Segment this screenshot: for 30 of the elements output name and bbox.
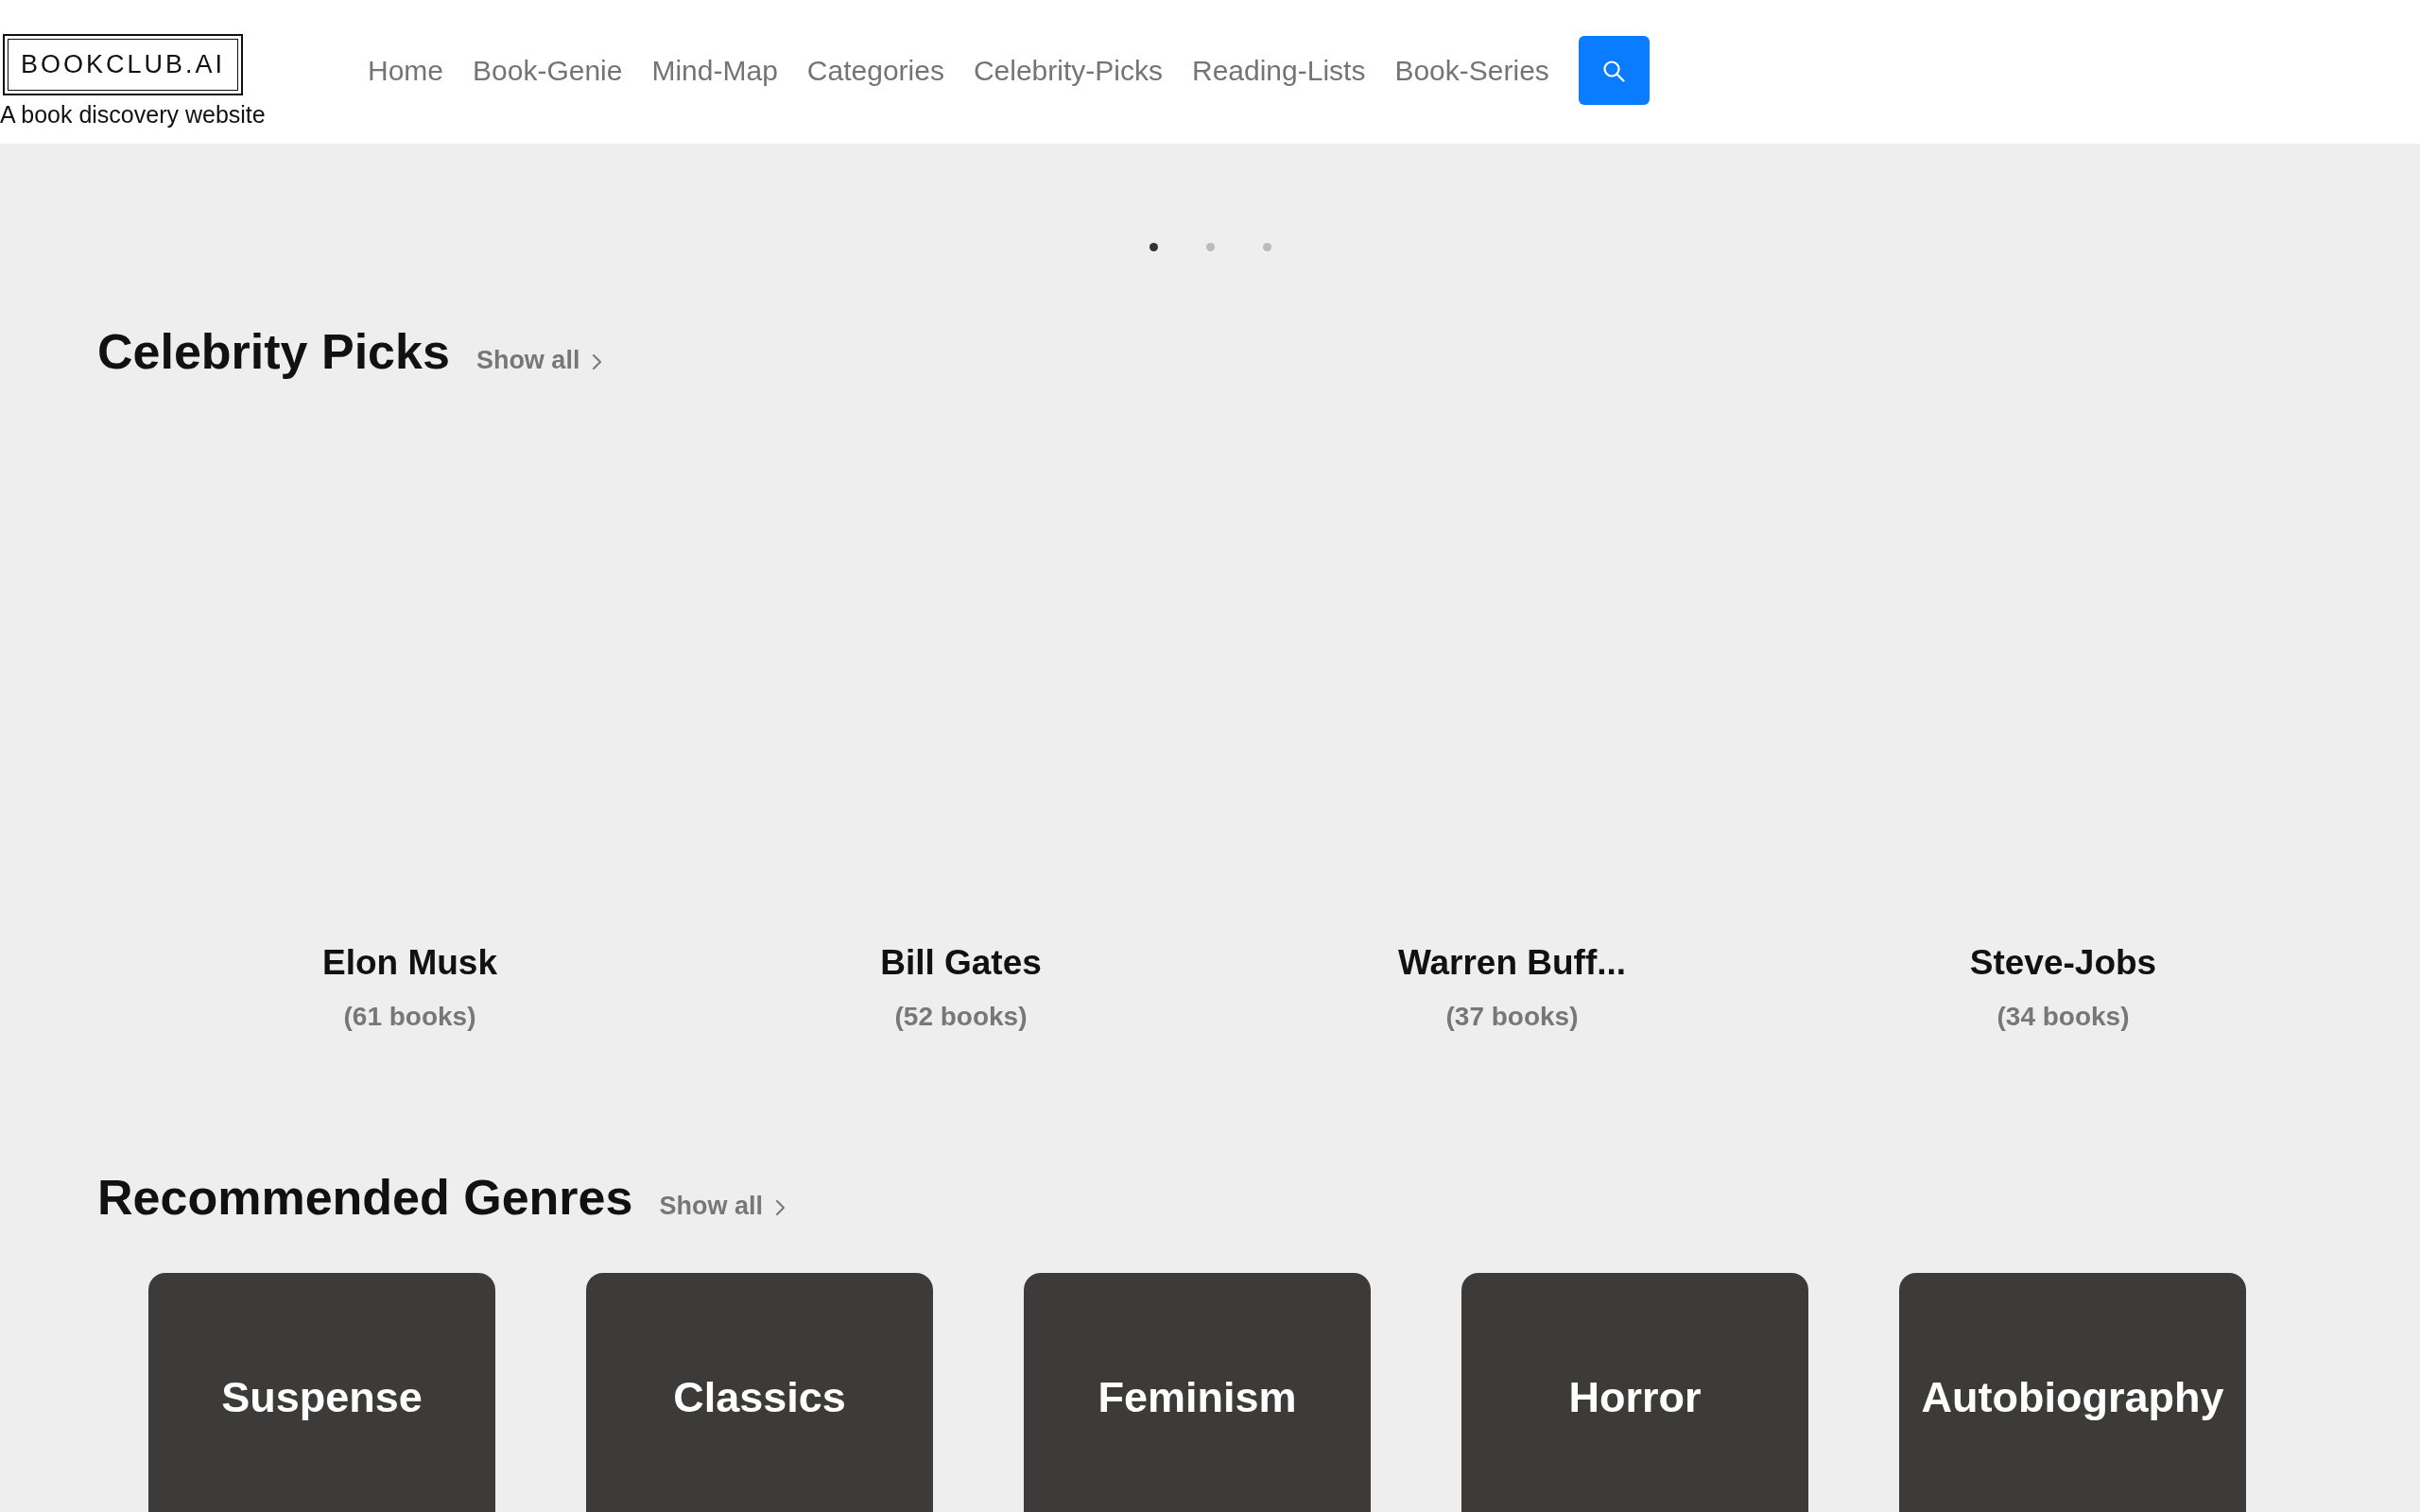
logo[interactable]: BOOKCLUB.AI <box>3 34 244 95</box>
section-title: Celebrity Picks <box>97 323 450 380</box>
book-count: (37 books) <box>1445 1001 1579 1033</box>
show-all-link[interactable]: Show all <box>475 344 602 376</box>
tagline: A book discovery website <box>0 100 266 129</box>
genre-card[interactable]: Feminism <box>1024 1273 1371 1512</box>
section-title: Recommended Genres <box>97 1169 633 1226</box>
chevron-right-icon <box>775 1200 785 1215</box>
celebrity-name[interactable]: Bill Gates <box>880 942 1042 984</box>
genre-card[interactable]: Horror <box>1461 1273 1808 1512</box>
genre-card[interactable]: Classics <box>586 1273 933 1512</box>
nav-link[interactable]: Home <box>368 51 444 90</box>
nav-link[interactable]: Celebrity-Picks <box>973 51 1163 90</box>
celebrity-name[interactable]: Steve-Jobs <box>1969 942 2157 984</box>
genre-card[interactable]: Autobiography <box>1899 1273 2246 1512</box>
genre-card[interactable]: Suspense <box>148 1273 495 1512</box>
book-count: (34 books) <box>1996 1001 2130 1033</box>
book-count: (61 books) <box>343 1001 476 1033</box>
nav-link[interactable]: Categories <box>806 51 944 90</box>
nav-link[interactable]: Book-Series <box>1394 51 1549 90</box>
book-count: (52 books) <box>894 1001 1028 1033</box>
celebrity-name[interactable]: Elon Musk <box>322 942 497 984</box>
search-button[interactable] <box>1578 36 1650 105</box>
chevron-right-icon <box>593 354 602 369</box>
nav-link[interactable]: Reading-Lists <box>1191 51 1366 90</box>
search-icon <box>1602 59 1626 82</box>
nav-link[interactable]: Mind-Map <box>651 51 778 90</box>
celebrity-name[interactable]: Warren Buff... <box>1397 942 1627 984</box>
show-all-link[interactable]: Show all <box>659 1190 785 1222</box>
nav-link[interactable]: Book-Genie <box>473 51 623 90</box>
